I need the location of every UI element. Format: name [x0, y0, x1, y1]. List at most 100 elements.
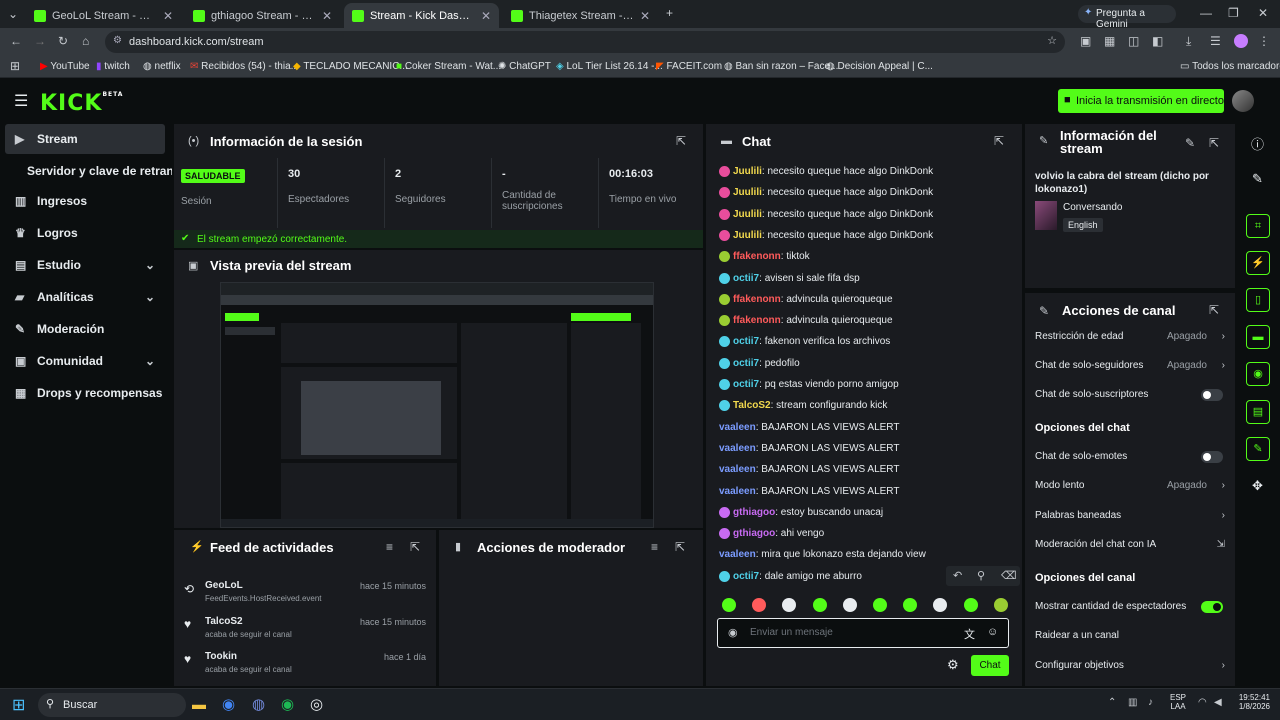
- chrome-icon[interactable]: ◉: [222, 695, 235, 713]
- extension-icon[interactable]: ▦: [1104, 34, 1115, 48]
- raid-channel-row[interactable]: Raidear a un canal: [1035, 630, 1225, 641]
- chat-username[interactable]: octii7: [733, 379, 759, 390]
- chat-message[interactable]: TalcoS2: stream configurando kick: [719, 400, 887, 411]
- chat-message[interactable]: vaaleen: BAJARON LAS VIEWS ALERT: [719, 422, 899, 433]
- chat-message[interactable]: Juulili: necesito queque hace algo DinkD…: [719, 229, 933, 241]
- sidebar-item-analiticas[interactable]: ▰ Analíticas ⌄: [5, 282, 165, 312]
- chevron-up-icon[interactable]: ⌃: [1108, 697, 1116, 708]
- chat-username[interactable]: vaaleen: [719, 549, 756, 560]
- reply-icon[interactable]: ↶: [953, 569, 962, 582]
- go-live-button[interactable]: ■ Inicia la transmisión en directo: [1058, 89, 1224, 113]
- emote-icon[interactable]: [752, 598, 767, 612]
- rail-button[interactable]: ⚡: [1246, 251, 1270, 275]
- bookmark-item[interactable]: ✉ Recibidos (54) - thia...: [190, 61, 299, 72]
- close-tab-icon[interactable]: ✕: [481, 9, 491, 23]
- emote-icon[interactable]: [933, 598, 948, 612]
- site-info-icon[interactable]: ⚙: [113, 35, 122, 46]
- user-avatar[interactable]: [1232, 90, 1254, 112]
- popout-icon[interactable]: ⇱: [410, 540, 420, 554]
- chat-username[interactable]: TalcoS2: [733, 400, 771, 411]
- extension-icon[interactable]: ▣: [1080, 34, 1091, 48]
- bookmark-item[interactable]: ✺ ChatGPT: [498, 61, 551, 72]
- send-chat-button[interactable]: Chat: [971, 655, 1009, 676]
- bookmark-item[interactable]: ◆ TECLADO MECANIC...: [293, 61, 408, 72]
- chat-message[interactable]: vaaleen: BAJARON LAS VIEWS ALERT: [719, 464, 899, 475]
- gemini-button[interactable]: ✦ Pregunta a Gemini: [1078, 5, 1176, 30]
- hamburger-menu-icon[interactable]: ☰: [14, 91, 28, 111]
- chat-username[interactable]: gthiagoo: [733, 528, 775, 539]
- menu-icon[interactable]: ☰: [1210, 34, 1221, 48]
- chat-username[interactable]: vaaleen: [719, 443, 756, 454]
- emote-icon[interactable]: [842, 598, 857, 612]
- chat-message[interactable]: vaaleen: BAJARON LAS VIEWS ALERT: [719, 486, 899, 497]
- close-tab-icon[interactable]: ✕: [163, 9, 173, 23]
- bookmark-item[interactable]: ◈ LoL Tier List 26.14 -...: [556, 61, 663, 72]
- file-explorer-icon[interactable]: ▬: [192, 696, 206, 712]
- language-indicator[interactable]: ESP LAA: [1170, 693, 1186, 711]
- sidebar-item-drops[interactable]: ▦ Drops y recompensas: [5, 378, 165, 408]
- emote-icon[interactable]: [993, 598, 1008, 612]
- browser-tab-gthiagoo[interactable]: gthiagoo Stream - Watch Live o✕: [185, 3, 340, 28]
- rail-button[interactable]: ⌗: [1246, 214, 1270, 238]
- sidebar-item-ingresos[interactable]: ▥ Ingresos: [5, 186, 165, 216]
- popout-icon[interactable]: ⇱: [1209, 303, 1219, 317]
- gear-icon[interactable]: ⚙: [947, 657, 959, 673]
- rail-button[interactable]: ▬: [1246, 325, 1270, 349]
- chat-username[interactable]: octii7: [733, 571, 759, 582]
- followers-only-row[interactable]: Chat de solo-seguidores Apagado ›: [1035, 360, 1225, 371]
- edit-pencil-icon[interactable]: ✎: [1252, 171, 1263, 187]
- wifi-icon[interactable]: ◠: [1198, 697, 1207, 708]
- chat-message[interactable]: octii7: dale amigo me aburro: [719, 570, 862, 582]
- reload-icon[interactable]: ↻: [58, 34, 68, 48]
- taskbar-search[interactable]: ⚲ Buscar: [38, 693, 186, 717]
- extension-icon[interactable]: ◫: [1128, 34, 1139, 48]
- rail-button[interactable]: ◉: [1246, 362, 1270, 386]
- ai-moderation-row[interactable]: Moderación del chat con IA ⇲: [1035, 539, 1225, 550]
- chat-message[interactable]: Juulili: necesito queque hace algo DinkD…: [719, 208, 933, 220]
- chat-username[interactable]: Juulili: [733, 230, 762, 241]
- network-icon[interactable]: ▥: [1128, 697, 1137, 708]
- chat-username[interactable]: gthiagoo: [733, 507, 775, 518]
- close-tab-icon[interactable]: ✕: [640, 9, 650, 23]
- forward-icon[interactable]: →: [34, 34, 46, 48]
- chat-username[interactable]: ffakenonn: [733, 315, 781, 326]
- info-icon[interactable]: ⓘ: [1251, 134, 1264, 153]
- windows-start-icon[interactable]: ⊞: [12, 695, 25, 715]
- kick-logo[interactable]: KICKBETA: [40, 91, 123, 116]
- edit-pencil-icon[interactable]: ✎: [1185, 136, 1195, 150]
- rail-button[interactable]: ▤: [1246, 400, 1270, 424]
- emote-icon[interactable]: [903, 598, 918, 612]
- sidebar-item-moderacion[interactable]: ✎ Moderación: [5, 314, 165, 344]
- maximize-icon[interactable]: ❐: [1228, 6, 1239, 20]
- chat-username[interactable]: vaaleen: [719, 422, 756, 433]
- download-icon[interactable]: ⤓: [1186, 34, 1191, 49]
- all-bookmarks[interactable]: ▭ Todos los marcadores: [1180, 61, 1280, 72]
- close-window-icon[interactable]: ✕: [1258, 6, 1268, 20]
- browser-tab-thiagetex[interactable]: Thiagetex Stream - Watch Live o✕: [503, 3, 658, 28]
- home-icon[interactable]: ⌂: [82, 34, 89, 48]
- tab-list-icon[interactable]: ⌄: [8, 7, 18, 21]
- chat-message[interactable]: ffakenonn: advincula quieroqueque: [719, 293, 893, 305]
- sidebar-item-logros[interactable]: ♛ Logros: [5, 218, 165, 248]
- chat-username[interactable]: octii7: [733, 273, 759, 284]
- chat-username[interactable]: Juulili: [733, 209, 762, 220]
- back-icon[interactable]: ←: [10, 34, 22, 48]
- chat-message[interactable]: vaaleen: mira que lokonazo esta dejando …: [719, 549, 926, 560]
- apps-icon[interactable]: ✥: [1252, 478, 1263, 494]
- filter-icon[interactable]: ≡: [651, 540, 658, 554]
- chat-username[interactable]: ffakenonn: [733, 294, 781, 305]
- filter-icon[interactable]: ≡: [386, 540, 393, 554]
- chat-username[interactable]: octii7: [733, 337, 759, 348]
- bookmark-item[interactable]: ■ Coker Stream - Wat...: [396, 61, 501, 72]
- chat-input[interactable]: Enviar un mensaje: [750, 627, 833, 638]
- bookmark-item[interactable]: ◍ Ban sin razon – Face...: [724, 61, 838, 72]
- bookmark-item[interactable]: ◍ Decision Appeal | C...: [826, 61, 933, 72]
- sidebar-item-stream[interactable]: ▶ Stream: [5, 124, 165, 154]
- chat-username[interactable]: octii7: [733, 358, 759, 369]
- browser-tab-geolol[interactable]: GeoLoL Stream - Watch Live on✕: [26, 3, 181, 28]
- emote-icon[interactable]: [782, 598, 797, 612]
- apps-grid-icon[interactable]: ⊞: [10, 59, 20, 73]
- close-tab-icon[interactable]: ✕: [322, 9, 332, 23]
- chat-message[interactable]: vaaleen: BAJARON LAS VIEWS ALERT: [719, 443, 899, 454]
- pin-icon[interactable]: ⚲: [977, 569, 985, 582]
